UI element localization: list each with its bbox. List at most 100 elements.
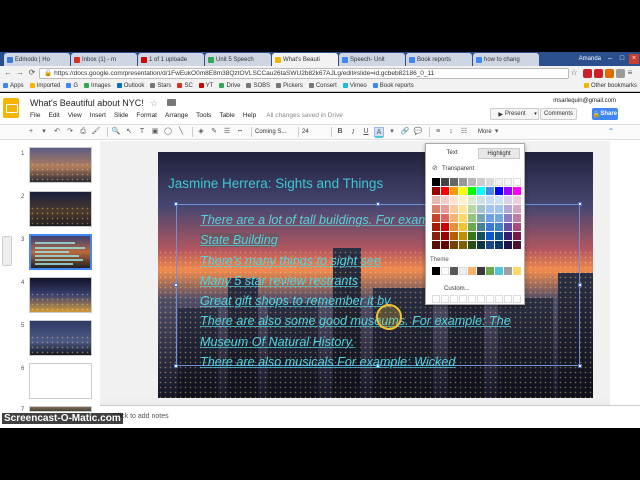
maximize-icon[interactable]: □ xyxy=(617,54,627,64)
present-dropdown-icon[interactable]: ▾ xyxy=(533,108,539,120)
color-swatch[interactable] xyxy=(468,214,476,222)
menu-arrange[interactable]: Arrange xyxy=(165,112,188,119)
comment-icon[interactable]: 💬 xyxy=(413,127,423,137)
color-swatch[interactable] xyxy=(459,214,467,222)
menu-help[interactable]: Help xyxy=(243,112,256,119)
color-swatch[interactable] xyxy=(504,178,512,186)
font-size-select[interactable]: 24 xyxy=(302,129,328,135)
color-swatch[interactable] xyxy=(486,187,494,195)
color-swatch[interactable] xyxy=(459,196,467,204)
color-swatch[interactable] xyxy=(495,214,503,222)
slide-thumbnail-5[interactable] xyxy=(29,320,92,356)
italic-button[interactable]: I xyxy=(348,127,358,137)
color-swatch[interactable] xyxy=(459,178,467,186)
pinterest-extension-icon[interactable] xyxy=(583,68,592,78)
color-swatch[interactable] xyxy=(450,214,458,222)
bookmark-stars[interactable]: Stars xyxy=(150,83,171,89)
color-swatch[interactable] xyxy=(477,223,485,231)
color-swatch[interactable] xyxy=(441,178,449,186)
fill-color-icon[interactable]: ◈ xyxy=(196,127,206,137)
color-swatch[interactable] xyxy=(450,187,458,195)
present-button[interactable]: ▶ Present xyxy=(490,108,534,120)
slide-thumbnail-2[interactable] xyxy=(29,191,92,227)
new-slide-dropdown-icon[interactable]: ▾ xyxy=(39,127,49,137)
color-swatch[interactable] xyxy=(486,232,494,240)
resize-handle[interactable] xyxy=(174,283,178,287)
color-swatch[interactable] xyxy=(441,241,449,249)
color-swatch[interactable] xyxy=(495,178,503,186)
theme-color-swatch[interactable] xyxy=(432,267,440,275)
comments-button[interactable]: Comments xyxy=(540,108,577,120)
menu-insert[interactable]: Insert xyxy=(90,112,106,119)
custom-color-link[interactable]: Custom... xyxy=(444,286,470,292)
color-swatch[interactable] xyxy=(477,232,485,240)
color-swatch[interactable] xyxy=(432,205,440,213)
bookmark-book-reports[interactable]: Book reports xyxy=(372,83,414,89)
bookmark-consert[interactable]: Consert xyxy=(308,83,337,89)
browser-tab-how-to[interactable]: how to chang xyxy=(473,53,539,66)
list-icon[interactable]: ☷ xyxy=(459,127,469,137)
resize-handle[interactable] xyxy=(174,202,178,206)
browser-tab-whats-beautiful[interactable]: What's Beauti xyxy=(272,53,338,66)
speaker-notes[interactable]: Click to add notes xyxy=(100,405,640,427)
custom-swatch[interactable] xyxy=(441,295,449,303)
custom-swatch[interactable] xyxy=(513,295,521,303)
bookmark-images[interactable]: Images xyxy=(84,83,111,89)
menu-view[interactable]: View xyxy=(68,112,82,119)
custom-swatch[interactable] xyxy=(468,295,476,303)
color-swatch[interactable] xyxy=(495,205,503,213)
user-email[interactable]: msarlequin@gmail.com xyxy=(553,98,616,104)
url-input[interactable]: 🔒 https://docs.google.com/presentation/d/… xyxy=(39,67,569,79)
bookmark-google[interactable]: G xyxy=(66,83,78,89)
theme-color-swatch[interactable] xyxy=(504,267,512,275)
border-weight-icon[interactable]: ☰ xyxy=(222,127,232,137)
color-swatch[interactable] xyxy=(450,241,458,249)
border-dash-icon[interactable]: ┅ xyxy=(235,127,245,137)
color-swatch[interactable] xyxy=(513,241,521,249)
theme-color-swatch[interactable] xyxy=(486,267,494,275)
color-swatch[interactable] xyxy=(513,232,521,240)
color-swatch[interactable] xyxy=(432,187,440,195)
sidebar-handle[interactable] xyxy=(2,236,12,266)
browser-tab-upload[interactable]: 1 of 1 uploade xyxy=(138,53,204,66)
bookmark-vimeo[interactable]: Vimeo xyxy=(342,83,367,89)
color-swatch[interactable] xyxy=(441,187,449,195)
extension-icon[interactable] xyxy=(605,68,614,78)
shape-icon[interactable]: ◯ xyxy=(163,127,173,137)
color-swatch[interactable] xyxy=(441,232,449,240)
color-swatch[interactable] xyxy=(459,205,467,213)
color-swatch[interactable] xyxy=(504,196,512,204)
color-swatch[interactable] xyxy=(513,223,521,231)
color-swatch[interactable] xyxy=(450,223,458,231)
forward-icon[interactable]: → xyxy=(15,68,25,78)
slides-logo-icon[interactable] xyxy=(3,98,19,118)
color-swatch[interactable] xyxy=(432,214,440,222)
color-swatch[interactable] xyxy=(495,241,503,249)
custom-swatch[interactable] xyxy=(504,295,512,303)
menu-file[interactable]: File xyxy=(30,112,40,119)
color-swatch[interactable] xyxy=(459,223,467,231)
color-swatch[interactable] xyxy=(486,178,494,186)
menu-format[interactable]: Format xyxy=(136,112,157,119)
menu-table[interactable]: Table xyxy=(219,112,235,119)
color-swatch[interactable] xyxy=(432,196,440,204)
theme-color-swatch[interactable] xyxy=(477,267,485,275)
extension-icon[interactable] xyxy=(616,68,625,78)
color-swatch[interactable] xyxy=(504,205,512,213)
align-icon[interactable]: ≡ xyxy=(433,127,443,137)
custom-swatch[interactable] xyxy=(486,295,494,303)
color-swatch[interactable] xyxy=(450,232,458,240)
menu-icon[interactable]: ≡ xyxy=(625,68,635,78)
color-swatch[interactable] xyxy=(468,232,476,240)
slide-thumbnail-3[interactable] xyxy=(29,234,92,270)
bullet-item[interactable]: There are also musicals For example: Wic… xyxy=(200,352,580,372)
color-swatch[interactable] xyxy=(504,214,512,222)
color-swatch[interactable] xyxy=(513,205,521,213)
color-swatch[interactable] xyxy=(513,196,521,204)
custom-swatch[interactable] xyxy=(477,295,485,303)
font-family-select[interactable]: Coming S... xyxy=(255,129,295,135)
color-swatch[interactable] xyxy=(504,232,512,240)
custom-swatch[interactable] xyxy=(459,295,467,303)
bookmark-sobs[interactable]: SOBS xyxy=(246,83,270,89)
pinterest-extension-icon[interactable] xyxy=(594,68,603,78)
